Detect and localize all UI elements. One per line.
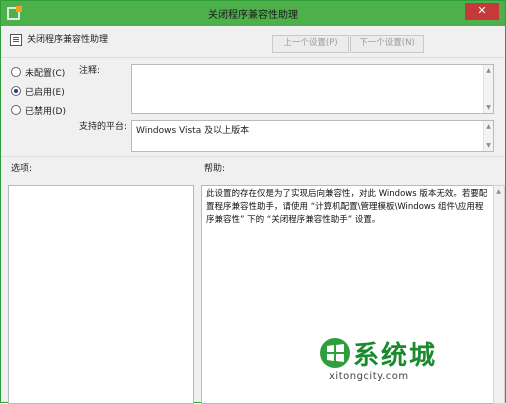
watermark-brand: 系统城 — [353, 341, 438, 371]
policy-setting-icon — [10, 34, 22, 46]
help-text: 此设置的存在仅是为了实现后向兼容性，对此 Windows 版本无效。若要配置程序… — [206, 189, 488, 225]
comment-label: 注释: — [79, 66, 101, 76]
radio-label: 已禁用(D) — [25, 106, 66, 117]
platform-textbox[interactable]: Windows Vista 及以上版本 ▲ ▼ — [131, 120, 494, 152]
scroll-down-arrow-icon[interactable]: ▼ — [485, 104, 492, 111]
previous-setting-button[interactable]: 上一个设置(P) — [272, 35, 349, 53]
radio-disabled[interactable]: 已禁用(D) — [11, 103, 66, 117]
radio-label: 未配置(C) — [25, 68, 66, 79]
platform-value: Windows Vista 及以上版本 — [136, 126, 250, 136]
radio-not-configured[interactable]: 未配置(C) — [11, 65, 65, 79]
radio-label: 已启用(E) — [25, 87, 65, 98]
next-setting-button[interactable]: 下一个设置(N) — [350, 35, 424, 53]
comment-scrollbar[interactable]: ▲ ▼ — [483, 65, 493, 113]
radio-button[interactable] — [11, 105, 21, 115]
scroll-up-arrow-icon[interactable]: ▲ — [485, 67, 492, 74]
options-section-label: 选项: — [11, 164, 33, 174]
scroll-up-arrow-icon[interactable]: ▲ — [485, 123, 492, 130]
header-divider — [1, 57, 505, 58]
platform-label: 支持的平台: — [79, 122, 128, 132]
options-panel — [8, 185, 194, 404]
watermark-logo-icon — [320, 338, 350, 368]
watermark-url: xitongcity.com — [329, 371, 409, 382]
platform-scrollbar[interactable]: ▲ ▼ — [483, 121, 493, 151]
policy-name: 关闭程序兼容性助理 — [27, 35, 109, 45]
comment-textbox[interactable]: ▲ ▼ — [131, 64, 494, 114]
close-button[interactable]: ✕ — [465, 3, 499, 20]
title-bar[interactable]: 关闭程序兼容性助理 ✕ — [1, 1, 505, 26]
radio-button-checked[interactable] — [11, 86, 21, 96]
scroll-up-arrow-icon[interactable]: ▲ — [495, 188, 502, 195]
help-scrollbar[interactable]: ▲ — [493, 185, 505, 404]
radio-button[interactable] — [11, 67, 21, 77]
scroll-down-arrow-icon[interactable]: ▼ — [485, 142, 492, 149]
window-title: 关闭程序兼容性助理 — [208, 10, 298, 21]
section-divider — [1, 156, 505, 157]
radio-enabled[interactable]: 已启用(E) — [11, 84, 65, 98]
dialog-window: 关闭程序兼容性助理 ✕ 关闭程序兼容性助理 上一个设置(P) 下一个设置(N) … — [0, 0, 506, 404]
help-section-label: 帮助: — [204, 164, 226, 174]
